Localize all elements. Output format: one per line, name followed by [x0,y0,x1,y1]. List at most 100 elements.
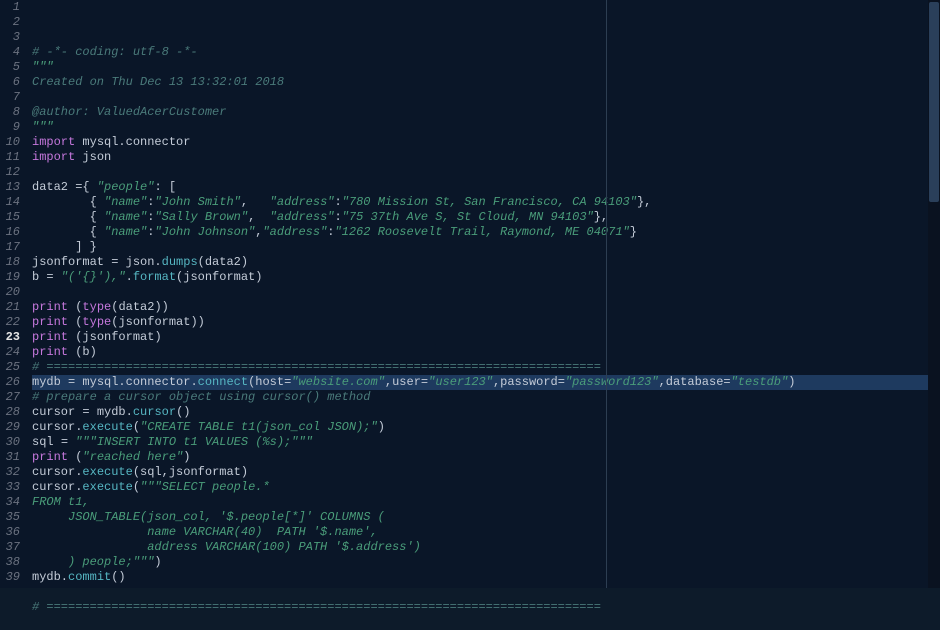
token-ident: cursor [32,405,82,419]
code-line[interactable] [32,165,940,180]
token-op: = [61,435,68,449]
token-ident: data2 [118,300,154,314]
code-line[interactable]: print (b) [32,345,940,360]
token-punct: , [248,210,270,224]
code-area[interactable]: # -*- coding: utf-8 -*-"""Created on Thu… [26,0,940,588]
token-ident: data2 [205,255,241,269]
token-func: dumps [162,255,198,269]
code-line[interactable]: mydb = mysql.connector.connect(host="web… [32,375,940,390]
code-line[interactable]: print (type(data2)) [32,300,940,315]
token-str: name VARCHAR(40) PATH '$.name', [32,525,378,539]
line-number: 1 [0,0,20,15]
code-line[interactable]: ) people;""") [32,555,940,570]
code-line[interactable]: cursor.execute("CREATE TABLE t1(json_col… [32,420,940,435]
token-punct: () [111,570,125,584]
token-punct: () [176,405,190,419]
code-line[interactable]: Created on Thu Dec 13 13:32:01 2018 [32,75,940,90]
token-punct: ) [90,345,97,359]
code-line[interactable]: """ [32,120,940,135]
code-line[interactable]: address VARCHAR(100) PATH '$.address') [32,540,940,555]
token-punct: )) [190,315,204,329]
code-line[interactable]: print (jsonformat) [32,330,940,345]
token-func: connect [198,375,248,389]
code-line[interactable]: ] } [32,240,940,255]
line-number: 22 [0,315,20,330]
code-line[interactable]: name VARCHAR(40) PATH '$.name', [32,525,940,540]
code-line[interactable]: data2 ={ "people": [ [32,180,940,195]
token-str: "75 37th Ave S, St Cloud, MN 94103" [342,210,594,224]
line-number: 8 [0,105,20,120]
token-ident: cursor. [32,465,82,479]
token-str: """ [32,60,54,74]
token-punct: }, [637,195,651,209]
code-line[interactable]: """ [32,60,940,75]
code-line[interactable]: import mysql.connector [32,135,940,150]
line-number: 13 [0,180,20,195]
code-line[interactable]: { "name":"Sally Brown", "address":"75 37… [32,210,940,225]
token-ident [32,240,75,254]
code-line[interactable]: print (type(jsonformat)) [32,315,940,330]
token-ident: b [82,345,89,359]
code-line[interactable]: sql = """INSERT INTO t1 VALUES (%s);""" [32,435,940,450]
code-line[interactable]: mydb.commit() [32,570,940,585]
token-builtin: type [82,315,111,329]
line-number: 32 [0,465,20,480]
token-op: = [46,270,53,284]
token-func: execute [82,465,132,479]
token-ident [32,225,90,239]
code-line[interactable]: # ======================================… [32,600,940,615]
token-str: """SELECT people.* [140,480,270,494]
token-ident: json. [118,255,161,269]
code-line[interactable] [32,285,940,300]
token-comment: # prepare a cursor object using cursor()… [32,390,370,404]
token-ident: jsonformat [169,465,241,479]
code-line[interactable] [32,90,940,105]
code-line[interactable]: { "name":"John Johnson","address":"1262 … [32,225,940,240]
line-number: 21 [0,300,20,315]
line-number: 33 [0,480,20,495]
token-str: ) people;""" [32,555,154,569]
code-line[interactable]: cursor.execute(sql,jsonformat) [32,465,940,480]
code-line[interactable]: import json [32,150,940,165]
ruler-guide [606,0,607,588]
code-line[interactable]: b = "('{}'),".format(jsonformat) [32,270,940,285]
token-str: "password123" [565,375,659,389]
code-line[interactable]: JSON_TABLE(json_col, '$.people[*]' COLUM… [32,510,940,525]
code-line[interactable]: cursor.execute("""SELECT people.* [32,480,940,495]
code-line[interactable]: jsonformat = json.dumps(data2) [32,255,940,270]
code-line[interactable] [32,585,940,600]
code-line[interactable]: # -*- coding: utf-8 -*- [32,45,940,60]
token-func: format [133,270,176,284]
token-ident: json [75,150,111,164]
code-line[interactable]: { "name":"John Smith", "address":"780 Mi… [32,195,940,210]
token-str: "Sally Brown" [154,210,248,224]
code-editor[interactable]: 1234567891011121314151617181920212223242… [0,0,940,588]
token-punct: ( [198,255,205,269]
token-comment: @author: ValuedAcerCustomer [32,105,226,119]
token-keyword: import [32,135,75,149]
token-ident: jsonformat [183,270,255,284]
line-number: 26 [0,375,20,390]
token-keyword: import [32,150,75,164]
vertical-scrollbar[interactable] [928,0,940,588]
token-ident: mysql.connector [75,135,190,149]
code-line[interactable]: # prepare a cursor object using cursor()… [32,390,940,405]
token-punct: ( [133,480,140,494]
code-line[interactable] [32,615,940,630]
token-ident [32,195,90,209]
line-number: 6 [0,75,20,90]
token-ident: mydb [32,375,68,389]
code-line[interactable]: FROM t1, [32,495,940,510]
code-line[interactable]: @author: ValuedAcerCustomer [32,105,940,120]
line-number: 31 [0,450,20,465]
scrollbar-thumb[interactable] [929,2,939,202]
token-str: "780 Mission St, San Francisco, CA 94103… [342,195,637,209]
token-str: "people" [97,180,155,194]
token-str: "name" [104,210,147,224]
code-line[interactable]: # ======================================… [32,360,940,375]
code-line[interactable]: cursor = mydb.cursor() [32,405,940,420]
code-line[interactable]: print ("reached here") [32,450,940,465]
token-punct: : [ [154,180,176,194]
token-comment: # ======================================… [32,360,601,374]
token-ident: cursor. [32,420,82,434]
